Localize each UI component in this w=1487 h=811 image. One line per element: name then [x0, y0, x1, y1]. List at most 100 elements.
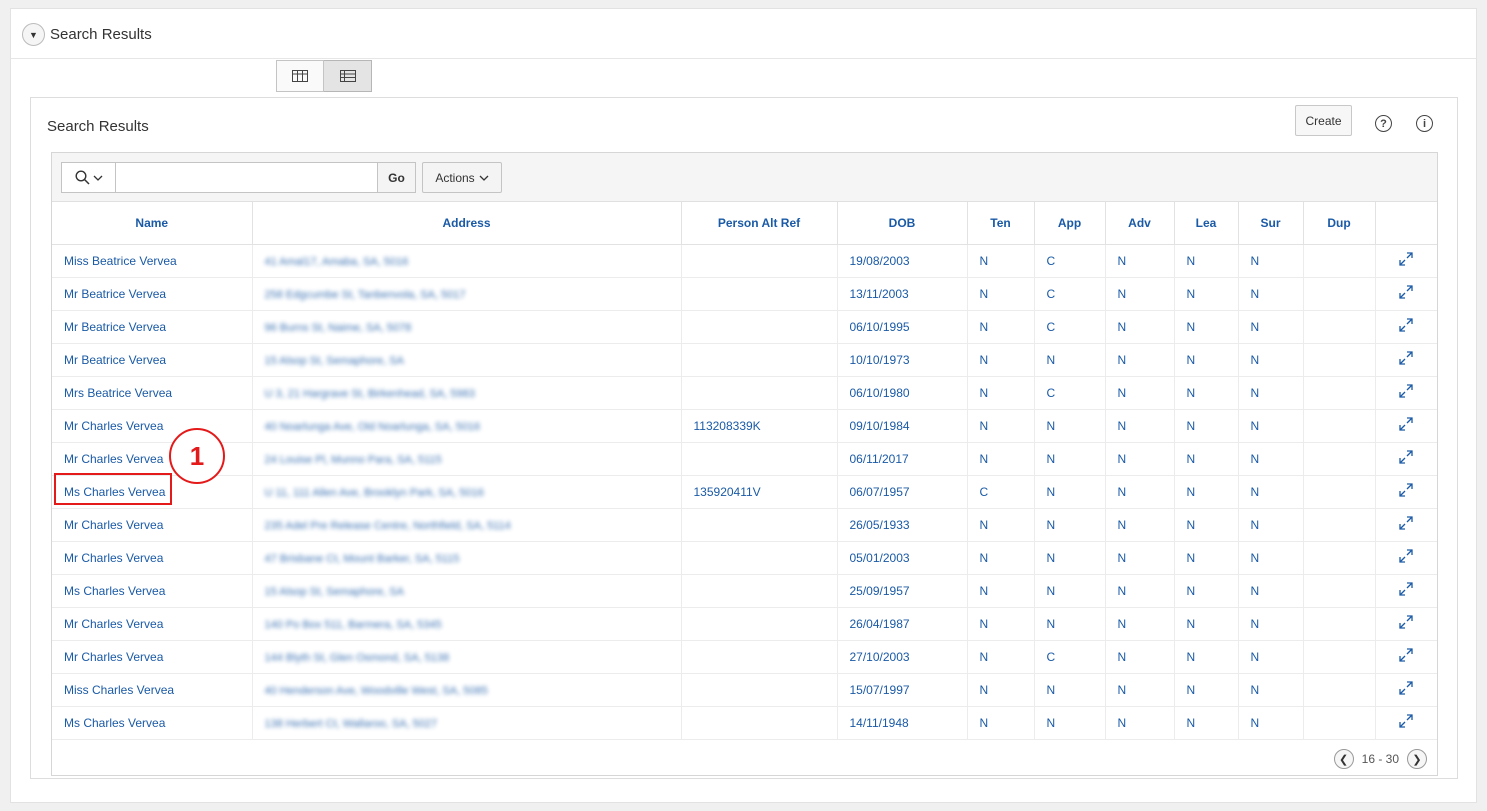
cell-adv: N: [1105, 706, 1175, 740]
cell-ten: N: [967, 442, 1035, 476]
table-row: Miss Charles Vervea 40 Henderson Ave, Woo…: [52, 673, 1437, 707]
cell-name[interactable]: Mr Beatrice Vervea: [52, 277, 253, 311]
table-view-button[interactable]: [324, 60, 372, 92]
cell-sur: N: [1238, 673, 1304, 707]
cell-name[interactable]: Miss Beatrice Vervea: [52, 244, 253, 278]
cell-address: 41 Amal17, Amaba, SA, 5016: [252, 244, 682, 278]
cell-ten: N: [967, 244, 1035, 278]
cell-app: N: [1034, 442, 1106, 476]
grid-view-icon: [292, 70, 308, 82]
expand-row-button[interactable]: [1375, 541, 1437, 575]
cell-name[interactable]: Miss Charles Vervea: [52, 673, 253, 707]
cell-ten: N: [967, 673, 1035, 707]
cell-address: U 11, 111 Allen Ave, Brooklyn Park, SA, …: [252, 475, 682, 509]
cell-address: 40 Henderson Ave, Woodville West, SA, 50…: [252, 673, 682, 707]
expand-icon: [1399, 483, 1413, 497]
expand-row-button[interactable]: [1375, 607, 1437, 641]
next-page-icon: ❯: [1412, 753, 1422, 766]
cell-ten: N: [967, 508, 1035, 542]
column-header-ten[interactable]: Ten: [967, 202, 1035, 245]
cell-name[interactable]: Mr Beatrice Vervea: [52, 343, 253, 377]
expand-row-button[interactable]: [1375, 409, 1437, 443]
cell-sur: N: [1238, 310, 1304, 344]
cell-dup: [1303, 508, 1376, 542]
cell-name[interactable]: Mr Charles Vervea: [52, 508, 253, 542]
column-header-address[interactable]: Address: [252, 202, 682, 245]
column-header-dob[interactable]: DOB: [837, 202, 968, 245]
prev-page-button[interactable]: ❮: [1333, 749, 1354, 769]
view-switcher: [276, 60, 372, 92]
expand-row-button[interactable]: [1375, 343, 1437, 377]
column-header-dup[interactable]: Dup: [1303, 202, 1376, 245]
expand-row-button[interactable]: [1375, 508, 1437, 542]
help-icon[interactable]: ?: [1375, 115, 1392, 132]
expand-row-button[interactable]: [1375, 277, 1437, 311]
expand-row-button[interactable]: [1375, 673, 1437, 707]
table-view-icon: [339, 70, 356, 82]
cell-dob: 15/07/1997: [837, 673, 968, 707]
cell-lea: N: [1174, 475, 1239, 509]
cell-address: 144 Blyth St, Glen Osmond, SA, 5138: [252, 640, 682, 674]
cell-name[interactable]: Mr Charles Vervea: [52, 640, 253, 674]
expand-row-button[interactable]: [1375, 376, 1437, 410]
expand-row-button[interactable]: [1375, 574, 1437, 608]
expand-row-button[interactable]: [1375, 442, 1437, 476]
column-header-name[interactable]: Name: [52, 202, 253, 245]
search-input[interactable]: [115, 162, 378, 193]
next-page-button[interactable]: ❯: [1407, 749, 1427, 769]
cell-name[interactable]: Mr Beatrice Vervea: [52, 310, 253, 344]
column-header-adv[interactable]: Adv: [1105, 202, 1175, 245]
cell-app: N: [1034, 475, 1106, 509]
column-header-lea[interactable]: Lea: [1174, 202, 1239, 245]
cell-dob: 10/10/1973: [837, 343, 968, 377]
region-title: Search Results: [50, 26, 152, 43]
cell-app: C: [1034, 376, 1106, 410]
cell-name[interactable]: Mr Charles Vervea: [52, 409, 253, 443]
table-row: Miss Beatrice Vervea 41 Amal17, Amaba, SA…: [52, 244, 1437, 278]
cell-app: C: [1034, 244, 1106, 278]
table-row: Mr Charles Vervea 47 Brisbane Ct, Mount B…: [52, 541, 1437, 575]
table-row: Ms Charles Vervea U 11, 111 Allen Ave, Br…: [52, 475, 1437, 509]
column-header-app[interactable]: App: [1034, 202, 1106, 245]
expand-icon: [1399, 252, 1413, 266]
table-row: Mr Beatrice Vervea 96 Burns St, Naime, SA…: [52, 310, 1437, 344]
cell-dob: 05/01/2003: [837, 541, 968, 575]
cell-name[interactable]: Mr Charles Vervea: [52, 607, 253, 641]
go-button[interactable]: Go: [377, 162, 416, 193]
expand-row-button[interactable]: [1375, 640, 1437, 674]
grid-view-button[interactable]: [276, 60, 324, 92]
info-icon[interactable]: i: [1416, 115, 1433, 132]
cell-ten: N: [967, 376, 1035, 410]
cell-sur: N: [1238, 475, 1304, 509]
expand-row-button[interactable]: [1375, 475, 1437, 509]
column-header-sur[interactable]: Sur: [1238, 202, 1304, 245]
address-text: 140 Po Box 511, Barmera, SA, 5345: [264, 618, 442, 631]
cell-adv: N: [1105, 541, 1175, 575]
cell-adv: N: [1105, 442, 1175, 476]
search-column-dropdown[interactable]: [61, 162, 116, 193]
table-row: Mrs Beatrice Vervea U 3, 21 Hargrave St, …: [52, 376, 1437, 410]
cell-name[interactable]: Mrs Beatrice Vervea: [52, 376, 253, 410]
expand-row-button[interactable]: [1375, 244, 1437, 278]
cell-name[interactable]: Mr Charles Vervea: [52, 541, 253, 575]
cell-ten: N: [967, 640, 1035, 674]
cell-dup: [1303, 607, 1376, 641]
cell-dob: 26/04/1987: [837, 607, 968, 641]
cell-address: 258 Edgcumbe St, Tanbenvola, SA, 5017: [252, 277, 682, 311]
column-header-actions: [1375, 202, 1437, 245]
collapse-toggle-button[interactable]: ▼: [22, 23, 45, 46]
expand-row-button[interactable]: [1375, 310, 1437, 344]
report-toolbar: Go Actions: [52, 153, 1437, 202]
expand-row-button[interactable]: [1375, 706, 1437, 740]
cell-name[interactable]: Ms Charles Vervea: [52, 574, 253, 608]
cell-ten: N: [967, 574, 1035, 608]
create-button[interactable]: Create: [1295, 105, 1352, 136]
cell-address: 235 Adel Pre Release Centre, Northfield,…: [252, 508, 682, 542]
expand-icon: [1399, 582, 1413, 596]
cell-name[interactable]: Ms Charles Vervea: [52, 706, 253, 740]
actions-menu-button[interactable]: Actions: [422, 162, 502, 193]
report-table-container: Go Actions Name Address Person Alt Ref DOB T…: [51, 152, 1438, 776]
cell-alt-ref: [681, 574, 838, 608]
cell-dob: 13/11/2003: [837, 277, 968, 311]
column-header-person-alt-ref[interactable]: Person Alt Ref: [681, 202, 838, 245]
